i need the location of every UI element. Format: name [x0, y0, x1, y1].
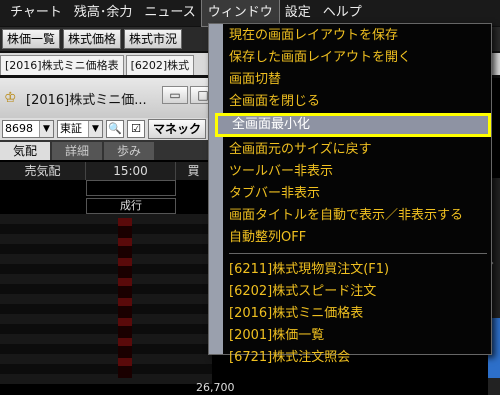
column-buy: 買 — [176, 162, 212, 180]
column-time: 15:00 — [86, 162, 176, 180]
market-order-cell: 成行 — [86, 198, 176, 214]
menu-gutter — [209, 24, 223, 354]
chevron-down-icon: ▼ — [39, 121, 53, 137]
subtabs: 気配 詳細 歩み — [0, 140, 212, 160]
edit-icon[interactable]: ☑ — [127, 120, 145, 138]
menu-item-auto-title[interactable]: 画面タイトルを自動で表示／非表示する — [229, 206, 489, 226]
menu-item-open-layout[interactable]: 保存した画面レイアウトを開く — [229, 48, 489, 68]
menu-chart[interactable]: チャート — [0, 0, 68, 26]
market-select[interactable]: 東証 ▼ — [57, 120, 103, 138]
tab-ticks[interactable]: 歩み — [104, 142, 154, 160]
menu-item-window-2016[interactable]: [2016]株式ミニ価格表 — [229, 304, 489, 324]
chevron-down-icon: ▼ — [88, 121, 102, 137]
order-book-price-column — [118, 218, 132, 378]
menu-item-window-6202[interactable]: [6202]株式スピード注文 — [229, 282, 489, 302]
order-book-rows — [0, 214, 212, 384]
menu-balance[interactable]: 残高･余力 — [68, 0, 139, 26]
tab-detail[interactable]: 詳細 — [52, 142, 102, 160]
menu-item-switch-screen[interactable]: 画面切替 — [229, 70, 489, 90]
symbol-row: 8698 ▼ 東証 ▼ 🔍 ☑ マネック — [0, 118, 212, 140]
menu-item-minimize-all[interactable]: 全画面最小化 — [215, 113, 491, 137]
column-header: 売気配 15:00 買 — [0, 162, 212, 180]
search-icon[interactable]: 🔍 — [106, 120, 124, 138]
bottom-value: 26,700 — [196, 381, 235, 394]
code-select[interactable]: 8698 ▼ — [2, 120, 54, 138]
menu-item-restore-all[interactable]: 全画面元のサイズに戻す — [229, 140, 489, 160]
window-menu-dropdown: 現在の画面レイアウトを保存 保存した画面レイアウトを開く 画面切替 全画面を閉じ… — [208, 23, 492, 365]
menu-item-auto-arrange-off[interactable]: 自動整列OFF — [229, 228, 489, 248]
menu-item-window-2001[interactable]: [2001]株価一覧 — [229, 326, 489, 346]
menu-item-save-layout[interactable]: 現在の画面レイアウトを保存 — [229, 26, 489, 46]
menu-item-hide-tabbar[interactable]: タブバー非表示 — [229, 184, 489, 204]
toolbar-stock-price-button[interactable]: 株式価格 — [63, 29, 122, 49]
menu-item-close-all[interactable]: 全画面を閉じる — [229, 92, 489, 112]
quote-cell — [86, 180, 176, 196]
window-title: [2016]株式ミニ価... — [26, 92, 147, 108]
minimize-button[interactable]: ▭ — [162, 86, 188, 104]
monex-button[interactable]: マネック — [148, 119, 207, 139]
tab-speed-order[interactable]: [6202]株式 — [125, 55, 195, 75]
toolbar-stock-list-button[interactable]: 株価一覧 — [2, 29, 61, 49]
menu-separator — [229, 253, 487, 254]
menu-item-window-6721[interactable]: [6721]株式注文照会 — [229, 348, 489, 368]
column-sell-quote: 売気配 — [0, 162, 86, 180]
toolbar-market-button[interactable]: 株式市況 — [124, 29, 183, 49]
tab-quote[interactable]: 気配 — [0, 142, 50, 160]
app-icon: ♔ — [4, 90, 17, 106]
menu-item-window-6211[interactable]: [6211]株式現物買注文(F1) — [229, 260, 489, 280]
menu-news[interactable]: ニュース — [138, 0, 201, 26]
tab-mini-price[interactable]: [2016]株式ミニ価格表 — [0, 55, 124, 75]
menu-item-hide-toolbar[interactable]: ツールバー非表示 — [229, 162, 489, 182]
